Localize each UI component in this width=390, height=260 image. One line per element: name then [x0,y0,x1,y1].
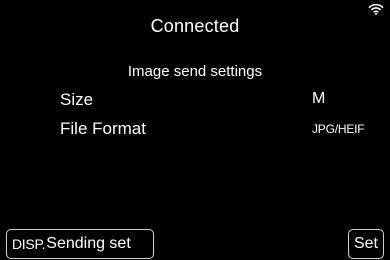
set-label: Set [353,235,378,252]
page-title: Connected [150,16,240,36]
setting-label-size: Size [60,90,94,109]
section-subtitle: Image send settings [127,63,263,80]
setting-row-size[interactable]: Size M [60,90,370,112]
sending-set-button[interactable]: DISP. Sending set [6,229,154,259]
setting-label-file-format: File Format [60,119,146,138]
setting-row-file-format[interactable]: File Format JPG/HEIF [60,119,370,141]
set-button[interactable]: Set [348,229,384,259]
sending-set-label: Sending set [46,235,131,252]
wifi-icon [368,3,384,15]
setting-value-size: M [312,90,326,107]
disp-key-label: DISP. [12,236,46,252]
setting-value-file-format: JPG/HEIF [312,122,365,136]
